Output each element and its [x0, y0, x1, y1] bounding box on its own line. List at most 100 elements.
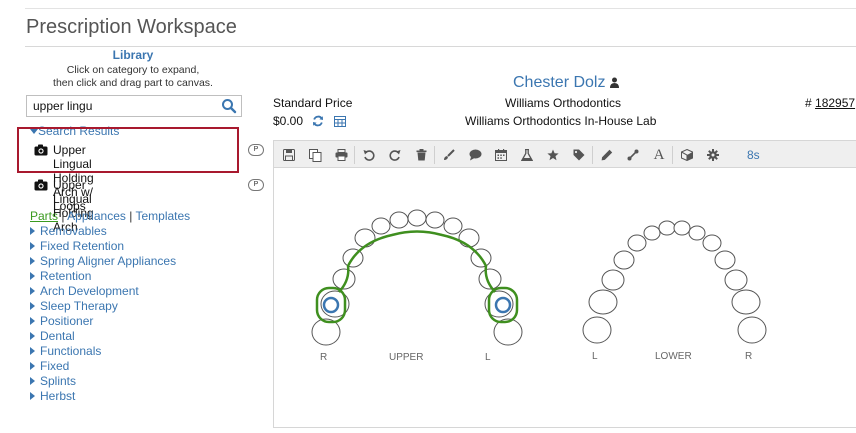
- tooth: [731, 289, 761, 315]
- caret-right-icon: [30, 317, 35, 325]
- undo-icon[interactable]: [360, 146, 378, 164]
- category-label: Functionals: [40, 344, 102, 358]
- category-item[interactable]: Spring Aligner Appliances: [30, 254, 176, 269]
- tooth: [643, 225, 661, 241]
- cube-icon[interactable]: [678, 146, 696, 164]
- comment-icon[interactable]: [466, 146, 484, 164]
- upper-arch-label: UPPER: [389, 352, 424, 363]
- tooth: [407, 209, 427, 227]
- title-divider: [25, 46, 856, 47]
- tab-templates[interactable]: Templates: [135, 209, 190, 223]
- trash-icon[interactable]: [412, 146, 430, 164]
- category-label: Arch Development: [40, 284, 139, 298]
- tooth: [658, 220, 676, 236]
- lower-arch-label: LOWER: [655, 351, 692, 362]
- tooth: [354, 228, 376, 248]
- rx-prefix: #: [805, 96, 812, 110]
- star-icon[interactable]: [544, 146, 562, 164]
- category-list: Removables Fixed Retention Spring Aligne…: [30, 224, 176, 404]
- tooth: [425, 211, 445, 229]
- lower-arch: [582, 220, 767, 344]
- category-item[interactable]: Splints: [30, 374, 176, 389]
- save-icon[interactable]: [280, 146, 298, 164]
- page-title: Prescription Workspace: [26, 16, 237, 38]
- lower-right-label: R: [745, 351, 753, 362]
- library-title: Library: [112, 48, 154, 62]
- p-badge[interactable]: P: [248, 179, 264, 191]
- tab-parts[interactable]: Parts: [30, 209, 58, 223]
- patient-name: Chester Dolz: [513, 74, 606, 91]
- category-label: Removables: [40, 224, 107, 238]
- tooth: [627, 234, 647, 252]
- brush-icon[interactable]: [440, 146, 458, 164]
- tooth: [737, 316, 767, 344]
- print-icon[interactable]: [332, 146, 350, 164]
- toolbar-separator: [672, 146, 673, 164]
- tooth: [371, 217, 391, 235]
- category-item[interactable]: Sleep Therapy: [30, 299, 176, 314]
- category-item[interactable]: Arch Development: [30, 284, 176, 299]
- price-value: $0.00: [273, 114, 304, 128]
- caret-right-icon: [30, 257, 35, 265]
- dental-chart: [311, 209, 767, 346]
- category-label: Splints: [40, 374, 77, 388]
- price-label: Standard Price: [273, 96, 353, 110]
- caret-right-icon: [30, 272, 35, 280]
- camera-icon[interactable]: [34, 179, 48, 194]
- flask-icon[interactable]: [518, 146, 536, 164]
- top-divider: [25, 8, 856, 9]
- tooth: [582, 316, 612, 344]
- category-item[interactable]: Functionals: [30, 344, 176, 359]
- search-input[interactable]: [27, 96, 225, 116]
- caret-right-icon: [30, 377, 35, 385]
- category-item[interactable]: Fixed Retention: [30, 239, 176, 254]
- tooth: [714, 250, 736, 270]
- gear-icon[interactable]: [704, 146, 722, 164]
- library-hint-line1: Click on category to expand,: [66, 64, 200, 76]
- library-hint: Click on category to expand, then click …: [25, 64, 241, 90]
- category-item[interactable]: Removables: [30, 224, 176, 239]
- tooth: [458, 228, 480, 248]
- text-icon[interactable]: A: [650, 146, 668, 164]
- price-row: $0.00: [273, 114, 346, 130]
- tooth: [601, 269, 625, 291]
- user-icon: [609, 75, 619, 93]
- tooth: [702, 234, 722, 252]
- category-label: Dental: [40, 329, 75, 343]
- lower-left-label: L: [592, 351, 598, 362]
- tag-icon[interactable]: [570, 146, 588, 164]
- timer-label: 8s: [747, 148, 760, 162]
- prescription-canvas[interactable]: R UPPER L L LOWER R: [273, 168, 856, 428]
- tooth: [588, 289, 618, 315]
- toolbar-separator: [354, 146, 355, 164]
- refresh-icon[interactable]: [312, 115, 324, 130]
- tab-appliances[interactable]: Appliances: [67, 209, 126, 223]
- canvas-toolbar: A 8s: [273, 140, 856, 168]
- upper-left-label: L: [485, 352, 491, 363]
- pencil-icon[interactable]: [598, 146, 616, 164]
- category-label: Fixed: [40, 359, 70, 373]
- category-item[interactable]: Retention: [30, 269, 176, 284]
- category-label: Positioner: [40, 314, 94, 328]
- category-item[interactable]: Positioner: [30, 314, 176, 329]
- rx-number: # 182957: [805, 96, 855, 110]
- category-item[interactable]: Herbst: [30, 389, 176, 404]
- table-icon[interactable]: [333, 116, 346, 130]
- calendar-icon[interactable]: [492, 146, 510, 164]
- category-item[interactable]: Dental: [30, 329, 176, 344]
- tooth: [673, 220, 691, 236]
- category-label: Sleep Therapy: [40, 299, 118, 313]
- copy-icon[interactable]: [306, 146, 324, 164]
- camera-icon[interactable]: [34, 144, 48, 159]
- library-search[interactable]: [26, 95, 242, 117]
- patient-name-link[interactable]: Chester Dolz: [513, 74, 619, 93]
- redo-icon[interactable]: [386, 146, 404, 164]
- p-badge[interactable]: P: [248, 144, 264, 156]
- practice-name: Williams Orthodontics: [505, 96, 622, 110]
- search-icon[interactable]: [221, 98, 237, 114]
- rx-number-link[interactable]: 182957: [815, 96, 855, 110]
- category-item[interactable]: Fixed: [30, 359, 176, 374]
- tooth: [389, 211, 409, 229]
- lab-name: Williams Orthodontics In-House Lab: [465, 114, 657, 128]
- connector-icon[interactable]: [624, 146, 642, 164]
